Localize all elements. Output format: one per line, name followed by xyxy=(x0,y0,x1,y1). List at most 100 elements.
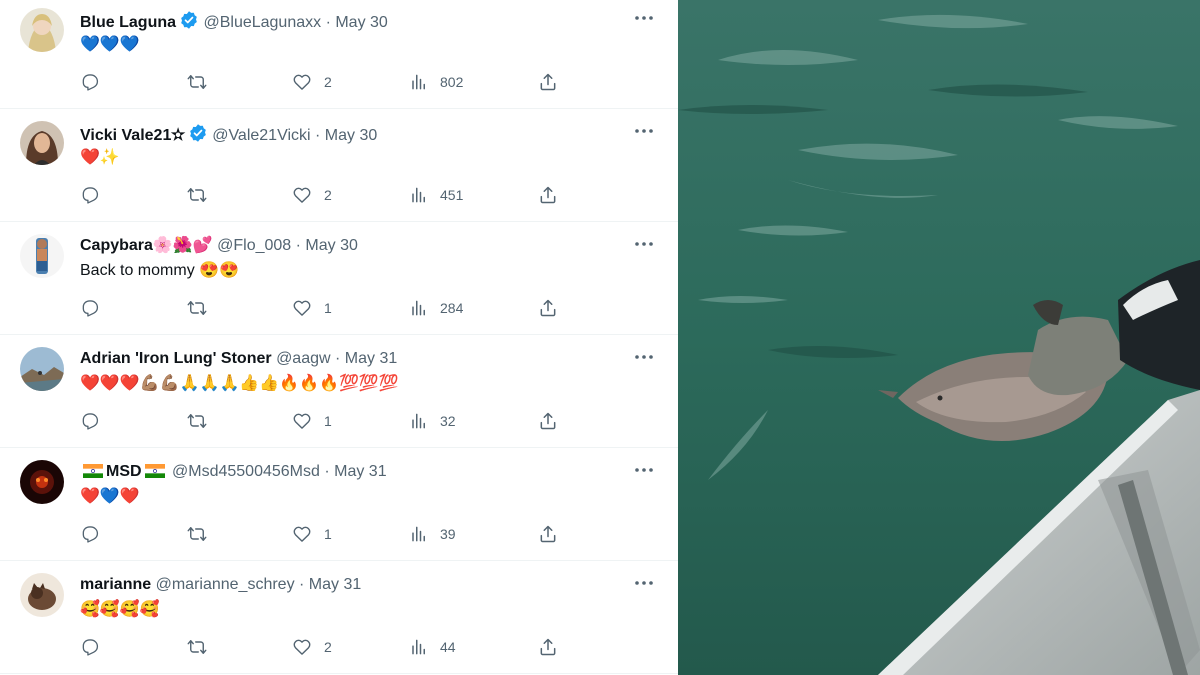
share-icon xyxy=(538,185,558,205)
share-button[interactable] xyxy=(538,183,558,207)
views-icon xyxy=(408,411,428,431)
display-name[interactable]: Blue Laguna xyxy=(80,14,176,31)
like-button[interactable]: 2 xyxy=(292,635,332,659)
timestamp[interactable]: May 31 xyxy=(345,350,397,367)
views-icon xyxy=(408,637,428,657)
more-icon[interactable] xyxy=(632,347,656,367)
tweet-text: Back to mommy 😍😍 xyxy=(80,262,239,279)
heart-icon xyxy=(292,185,312,205)
share-button[interactable] xyxy=(538,409,558,433)
share-button[interactable] xyxy=(538,635,558,659)
retweet-button[interactable] xyxy=(186,296,208,320)
handle[interactable]: @Flo_008 xyxy=(217,237,291,254)
heart-icon xyxy=(292,72,312,92)
reply-button[interactable] xyxy=(80,296,100,320)
avatar[interactable] xyxy=(20,8,64,52)
views-button[interactable]: 284 xyxy=(408,296,463,320)
view-count: 44 xyxy=(440,639,456,655)
like-button[interactable]: 2 xyxy=(292,183,332,207)
retweet-button[interactable] xyxy=(186,409,208,433)
views-button[interactable]: 32 xyxy=(408,409,456,433)
view-count: 802 xyxy=(440,74,464,90)
handle[interactable]: @BlueLagunaxx xyxy=(203,14,321,31)
tweet-text: 💙💙💙 xyxy=(80,36,140,53)
more-icon[interactable] xyxy=(632,234,656,254)
tweet[interactable]: Adrian 'Iron Lung' Stoner @aagw · May 31… xyxy=(0,335,678,448)
action-bar: 2 44 xyxy=(80,635,570,659)
separator: · xyxy=(310,127,325,144)
display-name[interactable]: MSD xyxy=(106,463,142,480)
india-flag-icon xyxy=(83,464,103,478)
view-count: 32 xyxy=(440,413,456,429)
more-icon[interactable] xyxy=(632,573,656,593)
share-button[interactable] xyxy=(538,522,558,546)
like-button[interactable]: 2 xyxy=(292,70,332,94)
views-button[interactable]: 802 xyxy=(408,70,463,94)
tweet[interactable]: Blue Laguna @BlueLagunaxx · May 30 💙💙💙 2… xyxy=(0,0,678,109)
reply-icon xyxy=(80,637,100,657)
share-button[interactable] xyxy=(538,70,558,94)
more-icon[interactable] xyxy=(632,460,656,480)
like-count: 2 xyxy=(324,74,332,90)
reply-icon xyxy=(80,185,100,205)
reply-button[interactable] xyxy=(80,183,100,207)
dolphin-release-video xyxy=(678,0,1200,675)
timestamp[interactable]: May 31 xyxy=(309,576,361,593)
views-button[interactable]: 451 xyxy=(408,183,463,207)
separator: · xyxy=(330,350,345,367)
views-button[interactable]: 39 xyxy=(408,522,456,546)
tweet[interactable]: marianne @marianne_schrey · May 31 🥰🥰🥰🥰 … xyxy=(0,561,678,674)
retweet-button[interactable] xyxy=(186,635,208,659)
like-button[interactable]: 1 xyxy=(292,522,332,546)
avatar[interactable] xyxy=(20,347,64,391)
heart-icon xyxy=(292,298,312,318)
display-name[interactable]: Vicki Vale21✫ xyxy=(80,127,185,144)
reply-icon xyxy=(80,298,100,318)
timestamp[interactable]: May 30 xyxy=(325,127,377,144)
tweet-header: Adrian 'Iron Lung' Stoner @aagw · May 31 xyxy=(80,349,618,369)
tweet-text: ❤️❤️❤️💪🏽💪🏽🙏🙏🙏👍👍🔥🔥🔥💯💯💯 xyxy=(80,375,399,392)
like-button[interactable]: 1 xyxy=(292,409,332,433)
timestamp[interactable]: May 30 xyxy=(305,237,357,254)
reply-icon xyxy=(80,72,100,92)
avatar[interactable] xyxy=(20,460,64,504)
avatar[interactable] xyxy=(20,234,64,278)
share-button[interactable] xyxy=(538,296,558,320)
reply-button[interactable] xyxy=(80,635,100,659)
like-button[interactable]: 1 xyxy=(292,296,332,320)
timestamp[interactable]: May 30 xyxy=(335,14,387,31)
display-name[interactable]: Adrian 'Iron Lung' Stoner xyxy=(80,350,272,367)
tweet[interactable]: Capybara🌸🌺💕 @Flo_008 · May 30 Back to mo… xyxy=(0,222,678,335)
share-icon xyxy=(538,72,558,92)
action-bar: 1 32 xyxy=(80,409,570,433)
handle[interactable]: @Vale21Vicki xyxy=(212,127,310,144)
handle[interactable]: @aagw xyxy=(276,350,331,367)
display-name[interactable]: marianne xyxy=(80,576,151,593)
tweet-text: 🥰🥰🥰🥰 xyxy=(80,601,160,618)
retweet-button[interactable] xyxy=(186,183,208,207)
action-bar: 2 802 xyxy=(80,70,570,94)
verified-badge-icon xyxy=(188,123,208,149)
tweet[interactable]: MSD @Msd45500456Msd · May 31 ❤️💙❤️ 1 39 xyxy=(0,448,678,561)
avatar[interactable] xyxy=(20,121,64,165)
more-icon[interactable] xyxy=(632,121,656,141)
handle[interactable]: @marianne_schrey xyxy=(156,576,295,593)
reply-button[interactable] xyxy=(80,409,100,433)
tweet-text: ❤️💙❤️ xyxy=(80,488,140,505)
video-frame[interactable] xyxy=(678,0,1200,675)
views-icon xyxy=(408,185,428,205)
reply-button[interactable] xyxy=(80,522,100,546)
display-name[interactable]: Capybara🌸🌺💕 xyxy=(80,237,213,254)
retweet-button[interactable] xyxy=(186,70,208,94)
retweet-button[interactable] xyxy=(186,522,208,546)
retweet-icon xyxy=(186,411,208,431)
views-button[interactable]: 44 xyxy=(408,635,456,659)
handle[interactable]: @Msd45500456Msd xyxy=(172,463,320,480)
retweet-icon xyxy=(186,72,208,92)
action-bar: 1 284 xyxy=(80,296,570,320)
avatar[interactable] xyxy=(20,573,64,617)
timestamp[interactable]: May 31 xyxy=(334,463,386,480)
tweet[interactable]: Vicki Vale21✫ @Vale21Vicki · May 30 ❤️✨ … xyxy=(0,109,678,222)
more-icon[interactable] xyxy=(632,8,656,28)
reply-button[interactable] xyxy=(80,70,100,94)
